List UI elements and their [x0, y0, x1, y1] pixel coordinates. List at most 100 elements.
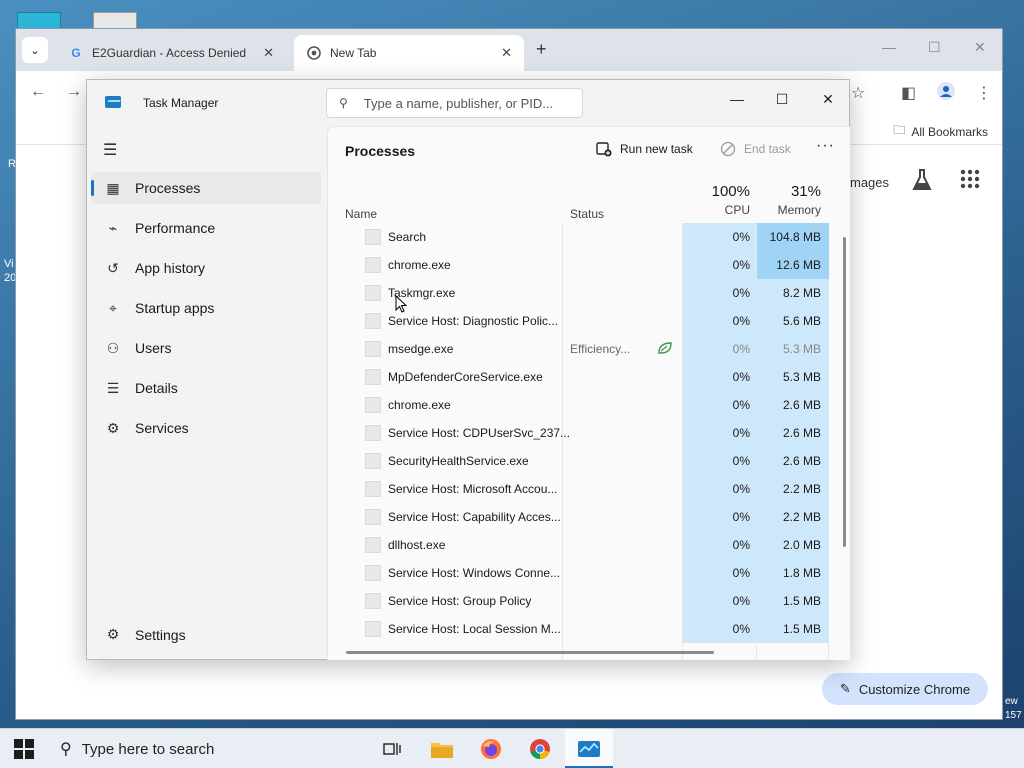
- hamburger-menu-icon[interactable]: ☰: [103, 140, 117, 160]
- end-task-label: End task: [744, 142, 791, 156]
- sidebar-item-label: App history: [135, 260, 206, 276]
- sidebar-item-processes[interactable]: ▦ Processes: [91, 172, 321, 204]
- end-task-button[interactable]: End task: [720, 141, 791, 157]
- memory-cell: 1.5 MB: [757, 587, 829, 615]
- horizontal-scrollbar[interactable]: [346, 651, 714, 654]
- tab-search-button[interactable]: ⌄: [22, 37, 48, 63]
- bookmark-star-icon[interactable]: ☆: [851, 83, 865, 103]
- process-icon: [365, 369, 381, 385]
- task-manager-icon: [105, 96, 121, 108]
- close-icon[interactable]: ✕: [501, 45, 512, 61]
- labs-flask-icon[interactable]: [912, 169, 932, 197]
- task-manager-icon[interactable]: [565, 729, 613, 768]
- sidebar-item-details[interactable]: ☰ Details: [91, 372, 321, 404]
- process-name: MpDefenderCoreService.exe: [388, 370, 543, 384]
- new-tab-button[interactable]: +: [536, 39, 547, 60]
- task-view-icon[interactable]: [368, 729, 416, 768]
- memory-cell: 2.6 MB: [757, 419, 829, 447]
- search-icon: ⚲: [60, 741, 72, 758]
- process-name: Service Host: Diagnostic Polic...: [388, 314, 559, 328]
- profile-icon[interactable]: [936, 81, 956, 106]
- memory-cell: 5.6 MB: [757, 307, 829, 335]
- table-row[interactable]: Service Host: Local Session M... 0% 1.5 MB: [328, 615, 833, 643]
- cpu-total: 100%: [711, 183, 750, 200]
- run-new-task-label: Run new task: [620, 142, 693, 156]
- minimize-icon[interactable]: —: [882, 39, 896, 55]
- all-bookmarks-label: All Bookmarks: [911, 124, 988, 139]
- windows-start-icon[interactable]: [14, 739, 34, 759]
- cpu-cell: 0%: [683, 475, 756, 503]
- firefox-icon[interactable]: [467, 729, 515, 768]
- column-header-cpu[interactable]: 100% CPU: [684, 175, 756, 223]
- table-row[interactable]: SecurityHealthService.exe 0% 2.6 MB: [328, 447, 833, 475]
- maximize-icon[interactable]: ☐: [767, 86, 797, 112]
- table-row[interactable]: Service Host: CDPUserSvc_237... 0% 2.6 MB: [328, 419, 833, 447]
- process-name: Service Host: Group Policy: [388, 594, 532, 608]
- page-title: Processes: [345, 143, 416, 159]
- process-name: Service Host: Local Session M...: [388, 622, 561, 636]
- more-options-icon[interactable]: ···: [816, 137, 835, 155]
- cpu-cell: 0%: [683, 223, 756, 251]
- column-header-name[interactable]: Name: [345, 207, 377, 221]
- chrome-icon[interactable]: [516, 729, 564, 768]
- process-icon: [365, 285, 381, 301]
- maximize-icon[interactable]: ☐: [928, 39, 941, 56]
- process-icon: [365, 257, 381, 273]
- tab-new-tab[interactable]: New Tab ✕: [294, 35, 524, 71]
- process-name: Service Host: Capability Acces...: [388, 510, 561, 524]
- search-icon: ⚲: [339, 96, 348, 110]
- google-apps-icon[interactable]: [960, 169, 980, 195]
- close-icon[interactable]: ✕: [974, 39, 986, 56]
- table-row[interactable]: chrome.exe 0% 12.6 MB: [328, 251, 833, 279]
- desktop-text: ew: [1005, 696, 1018, 707]
- all-bookmarks-button[interactable]: 🗀 All Bookmarks: [893, 121, 988, 142]
- column-header-status[interactable]: Status: [570, 207, 604, 221]
- process-search-box[interactable]: ⚲: [326, 88, 583, 118]
- processes-header: Processes Run new task End task ···: [328, 127, 850, 173]
- back-icon[interactable]: ←: [30, 83, 46, 101]
- table-row[interactable]: chrome.exe 0% 2.6 MB: [328, 391, 833, 419]
- forward-icon[interactable]: →: [66, 83, 82, 101]
- memory-cell: 1.5 MB: [757, 615, 829, 643]
- sidebar-item-app-history[interactable]: ↺ App history: [91, 252, 321, 284]
- process-name: dllhost.exe: [388, 538, 446, 552]
- table-row[interactable]: Service Host: Group Policy 0% 1.5 MB: [328, 587, 833, 615]
- table-row[interactable]: dllhost.exe 0% 2.0 MB: [328, 531, 833, 559]
- cpu-cell: 0%: [683, 279, 756, 307]
- chrome-menu-icon[interactable]: ⋮: [976, 83, 992, 103]
- table-row[interactable]: Service Host: Microsoft Accou... 0% 2.2 MB: [328, 475, 833, 503]
- sidebar-item-users[interactable]: ⚇ Users: [91, 332, 321, 364]
- column-header-memory[interactable]: 31% Memory: [757, 175, 825, 223]
- process-name: Service Host: Windows Conne...: [388, 566, 561, 580]
- table-row[interactable]: msedge.exe Efficiency... 0% 5.3 MB: [328, 335, 833, 363]
- cpu-cell: 0%: [683, 559, 756, 587]
- table-row[interactable]: MpDefenderCoreService.exe 0% 5.3 MB: [328, 363, 833, 391]
- close-icon[interactable]: ✕: [813, 86, 843, 112]
- tab-title: E2Guardian - Access Denied: [92, 46, 247, 60]
- table-row[interactable]: Service Host: Windows Conne... 0% 1.8 MB: [328, 559, 833, 587]
- memory-cell: 104.8 MB: [757, 223, 829, 251]
- memory-cell: 8.2 MB: [757, 279, 829, 307]
- side-panel-icon[interactable]: ◧: [901, 83, 916, 103]
- taskbar-search-box[interactable]: ⚲ Type here to search: [48, 729, 368, 768]
- tab-e2guardian[interactable]: G E2Guardian - Access Denied ✕: [56, 35, 286, 71]
- sidebar-item-label: Details: [135, 380, 178, 396]
- table-row[interactable]: Search 0% 104.8 MB: [328, 223, 833, 251]
- memory-cell: 1.8 MB: [757, 559, 829, 587]
- vertical-scrollbar[interactable]: [843, 237, 846, 547]
- sidebar-item-services[interactable]: ⚙ Services: [91, 412, 321, 444]
- sidebar-item-startup-apps[interactable]: ⌖ Startup apps: [91, 292, 321, 324]
- close-icon[interactable]: ✕: [263, 45, 274, 61]
- process-icon: [365, 481, 381, 497]
- customize-chrome-button[interactable]: ✎ Customize Chrome: [822, 673, 988, 705]
- minimize-icon[interactable]: —: [722, 86, 752, 112]
- search-input[interactable]: [363, 95, 564, 111]
- app-history-icon: ↺: [107, 259, 119, 276]
- sidebar-item-performance[interactable]: ⌁ Performance: [91, 212, 321, 244]
- sidebar-item-settings[interactable]: ⚙ Settings: [103, 626, 186, 643]
- run-new-task-button[interactable]: Run new task: [596, 141, 693, 157]
- images-link[interactable]: mages: [850, 175, 889, 190]
- file-explorer-icon[interactable]: [418, 729, 466, 768]
- table-row[interactable]: Service Host: Capability Acces... 0% 2.2 M…: [328, 503, 833, 531]
- process-name: msedge.exe: [388, 342, 454, 356]
